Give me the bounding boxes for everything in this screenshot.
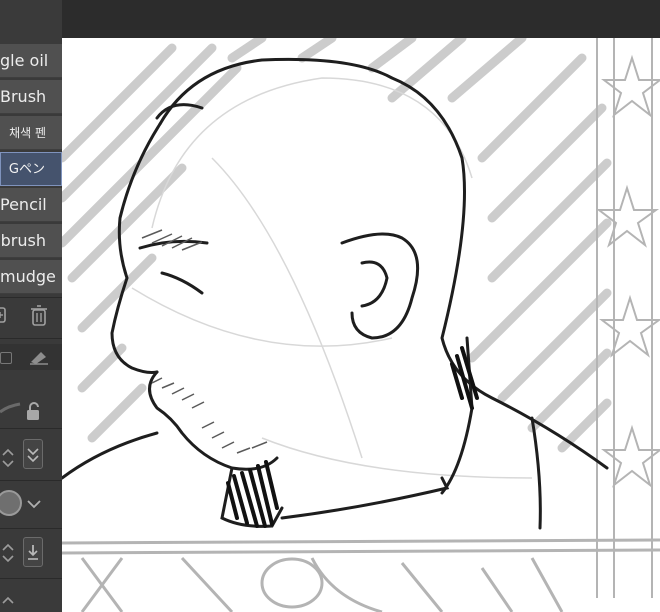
chevron-down-icon[interactable] [26,496,42,515]
divider [0,297,62,298]
brush-item-g-pen[interactable]: Gペン [0,152,62,186]
brush-item-pencil[interactable]: Pencil [0,188,62,222]
value-spinner-icon[interactable] [0,541,16,569]
sketch-artwork [62,38,660,612]
brush-list: gle oil Brush 채색 펜 Gペン Pencil brush mudg… [0,44,62,296]
brush-item-smudge[interactable]: mudge [0,260,62,294]
drawing-canvas[interactable] [62,38,660,612]
brush-item-brush[interactable]: Brush [0,80,62,114]
value-spinner-icon[interactable] [0,446,16,474]
divider [0,480,62,481]
stabilization-icon[interactable] [23,439,43,469]
trash-icon[interactable] [30,305,48,332]
divider [0,338,62,339]
lock-icon[interactable] [24,402,42,426]
copy-brush-icon[interactable] [0,305,10,330]
canvas-title-bar [62,0,660,38]
brush-size-preview [0,398,22,418]
brush-item-gle-oil[interactable]: gle oil [0,44,62,78]
divider [0,528,62,529]
eraser-icon[interactable] [28,348,50,370]
brush-actions [0,302,62,330]
tool-property-tabs [0,344,62,370]
brush-item-color-pen[interactable]: 채색 펜 [0,116,62,150]
download-icon[interactable] [23,537,43,567]
tab-property-icon[interactable] [0,352,12,364]
brush-tip-icon[interactable] [0,490,22,516]
divider [0,578,62,579]
brush-item-brush-2[interactable]: brush [0,224,62,258]
chevron-up-icon[interactable] [0,592,16,611]
divider [0,428,62,429]
sub-tool-panel: gle oil Brush 채색 펜 Gペン Pencil brush mudg… [0,0,62,612]
